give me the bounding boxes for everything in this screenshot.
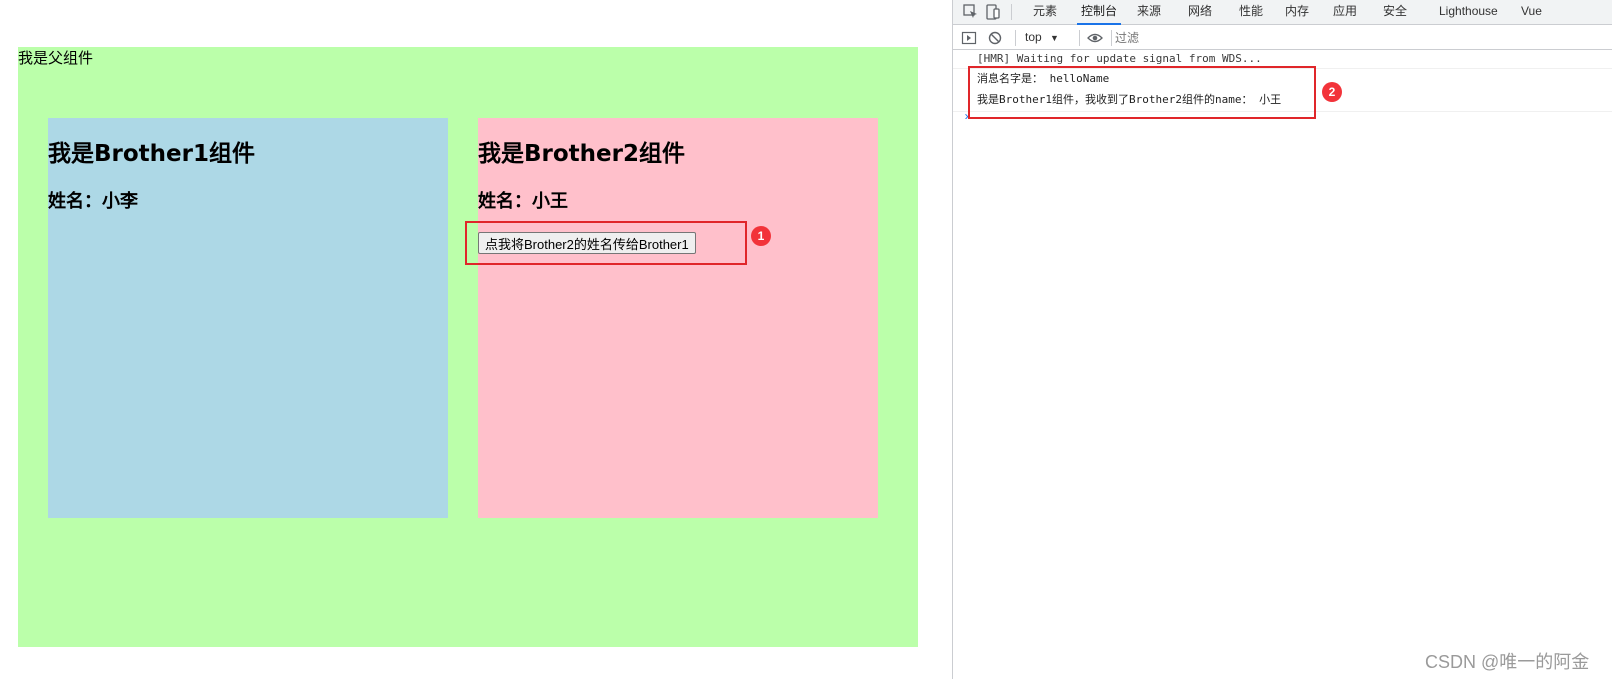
brother1-title: 我是Brother1组件	[48, 141, 255, 167]
console-filter-input[interactable]	[1115, 29, 1595, 47]
tab-lighthouse[interactable]: Lighthouse	[1439, 0, 1498, 25]
console-toolbar: top ▼	[953, 26, 1612, 50]
tab-network[interactable]: 网络	[1188, 0, 1212, 25]
tab-memory[interactable]: 内存	[1285, 0, 1309, 25]
tab-sources[interactable]: 来源	[1137, 0, 1161, 25]
tab-elements[interactable]: 元素	[1033, 0, 1057, 25]
tab-application[interactable]: 应用	[1333, 0, 1357, 25]
context-selector[interactable]: top ▼	[1025, 30, 1059, 44]
tab-performance[interactable]: 性能	[1239, 0, 1263, 25]
device-toolbar-icon[interactable]	[985, 4, 1001, 20]
annotation-box-1	[465, 221, 747, 265]
parent-title: 我是父组件	[18, 49, 94, 67]
annotation-badge-2: 2	[1322, 82, 1342, 102]
brother1-name: 姓名：小李	[48, 191, 138, 212]
brother2-name: 姓名：小王	[478, 191, 568, 212]
devtools-tab-bar: 元素 控制台 来源 网络 性能 内存 应用 安全 Lighthouse Vue	[953, 0, 1612, 25]
annotation-box-2	[968, 66, 1316, 119]
page-viewport: 我是父组件 我是Brother1组件 姓名：小李 我是Brother2组件 姓名…	[0, 0, 952, 679]
brother1-component: 我是Brother1组件 姓名：小李	[48, 118, 448, 518]
context-value: top	[1025, 30, 1042, 44]
inspect-element-icon[interactable]	[963, 4, 979, 20]
sidebar-toggle-icon[interactable]	[961, 30, 977, 46]
tab-vue[interactable]: Vue	[1521, 0, 1542, 25]
tab-security[interactable]: 安全	[1383, 0, 1407, 25]
tab-console[interactable]: 控制台	[1077, 0, 1122, 25]
brother2-title: 我是Brother2组件	[478, 141, 685, 167]
csdn-watermark: CSDN @唯一的阿金	[1425, 652, 1590, 672]
annotation-badge-1: 1	[751, 226, 771, 246]
eye-icon[interactable]	[1087, 30, 1103, 46]
devtools-panel: 元素 控制台 来源 网络 性能 内存 应用 安全 Lighthouse Vue …	[952, 0, 1612, 679]
clear-console-icon[interactable]	[987, 30, 1003, 46]
brother2-component: 我是Brother2组件 姓名：小王 点我将Brother2的姓名传给Broth…	[478, 118, 878, 518]
chevron-down-icon: ▼	[1050, 33, 1059, 43]
